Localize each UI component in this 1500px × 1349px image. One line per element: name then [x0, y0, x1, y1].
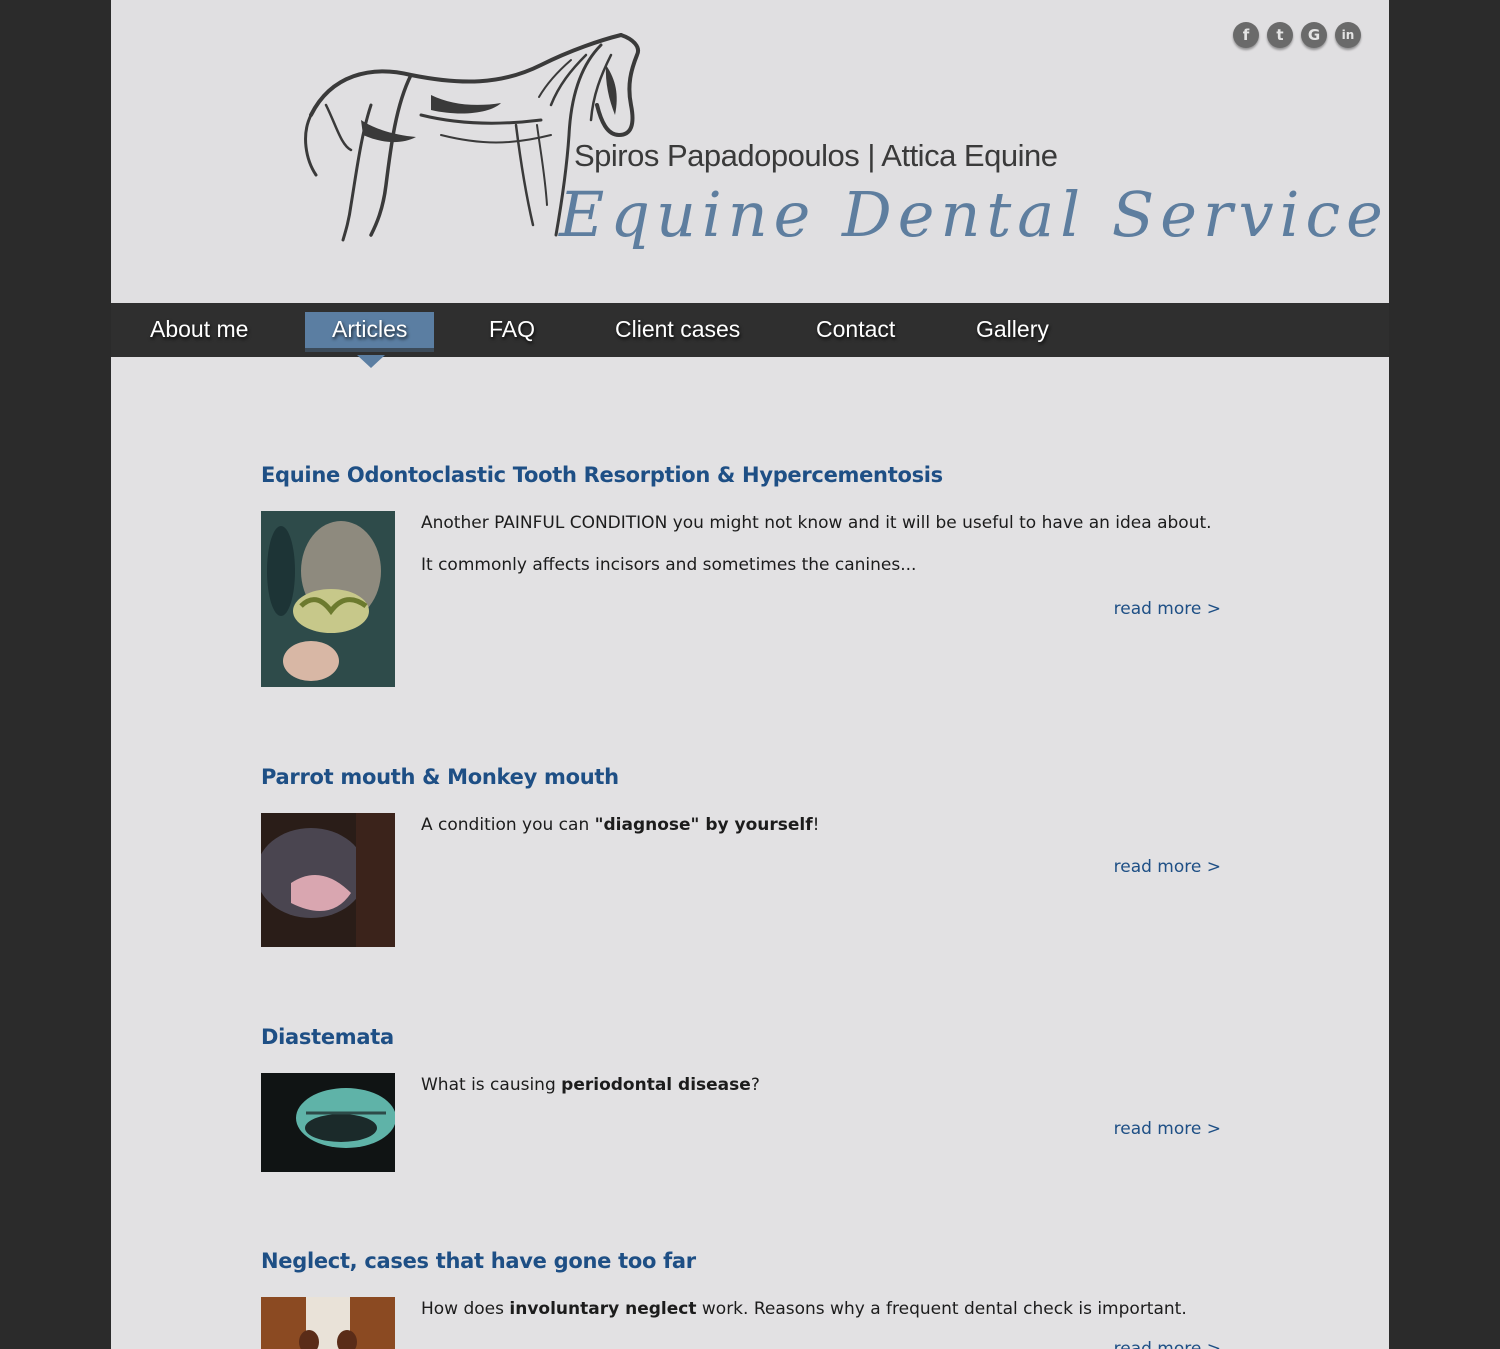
read-more-link[interactable]: read more >: [1114, 1119, 1221, 1139]
nav-client-cases[interactable]: Client cases: [588, 312, 767, 350]
article-thumbnail[interactable]: [261, 813, 395, 947]
article-summary: What is causing periodontal disease?: [421, 1075, 760, 1095]
nav-faq[interactable]: FAQ: [462, 312, 562, 350]
linkedin-icon[interactable]: in: [1335, 22, 1361, 48]
article-title[interactable]: Neglect, cases that have gone too far: [261, 1249, 1221, 1273]
site-header: Spiros Papadopoulos | Attica Equine Equi…: [111, 0, 1389, 303]
article-thumbnail[interactable]: [261, 1073, 395, 1172]
nav-gallery[interactable]: Gallery: [949, 312, 1076, 350]
article-title[interactable]: Parrot mouth & Monkey mouth: [261, 765, 1221, 789]
page: Spiros Papadopoulos | Attica Equine Equi…: [111, 0, 1389, 1349]
read-more-link[interactable]: read more >: [1114, 599, 1221, 619]
google-icon[interactable]: G: [1301, 22, 1327, 48]
article-item: Diastemata What is causing periodontal d…: [261, 1025, 1221, 1185]
article-summary: Another PAINFUL CONDITION you might not …: [421, 513, 1212, 533]
article-item: Equine Odontoclastic Tooth Resorption & …: [261, 463, 1221, 693]
nav-about-me[interactable]: About me: [123, 312, 275, 350]
nav-articles[interactable]: Articles: [305, 312, 435, 352]
article-summary: How does involuntary neglect work. Reaso…: [421, 1299, 1187, 1319]
article-thumbnail[interactable]: [261, 1297, 395, 1349]
active-nav-pointer: [357, 355, 385, 368]
article-summary-line2: It commonly affects incisors and sometim…: [421, 555, 917, 575]
article-thumbnail[interactable]: [261, 511, 395, 687]
article-title[interactable]: Diastemata: [261, 1025, 1221, 1049]
facebook-icon[interactable]: f: [1233, 22, 1259, 48]
read-more-link[interactable]: read more >: [1114, 1339, 1221, 1349]
social-links: f t G in: [1233, 22, 1361, 48]
nav-contact[interactable]: Contact: [789, 312, 922, 350]
article-summary: A condition you can "diagnose" by yourse…: [421, 815, 820, 835]
twitter-icon[interactable]: t: [1267, 22, 1293, 48]
article-item: Parrot mouth & Monkey mouth A condition …: [261, 765, 1221, 955]
read-more-link[interactable]: read more >: [1114, 857, 1221, 877]
brand-name: Spiros Papadopoulos | Attica Equine: [574, 138, 1058, 173]
article-item: Neglect, cases that have gone too far Ho…: [261, 1249, 1221, 1349]
article-title[interactable]: Equine Odontoclastic Tooth Resorption & …: [261, 463, 1221, 487]
brand-tagline: Equine Dental Services: [559, 178, 1389, 251]
main-nav: About me Articles FAQ Client cases Conta…: [111, 303, 1389, 357]
